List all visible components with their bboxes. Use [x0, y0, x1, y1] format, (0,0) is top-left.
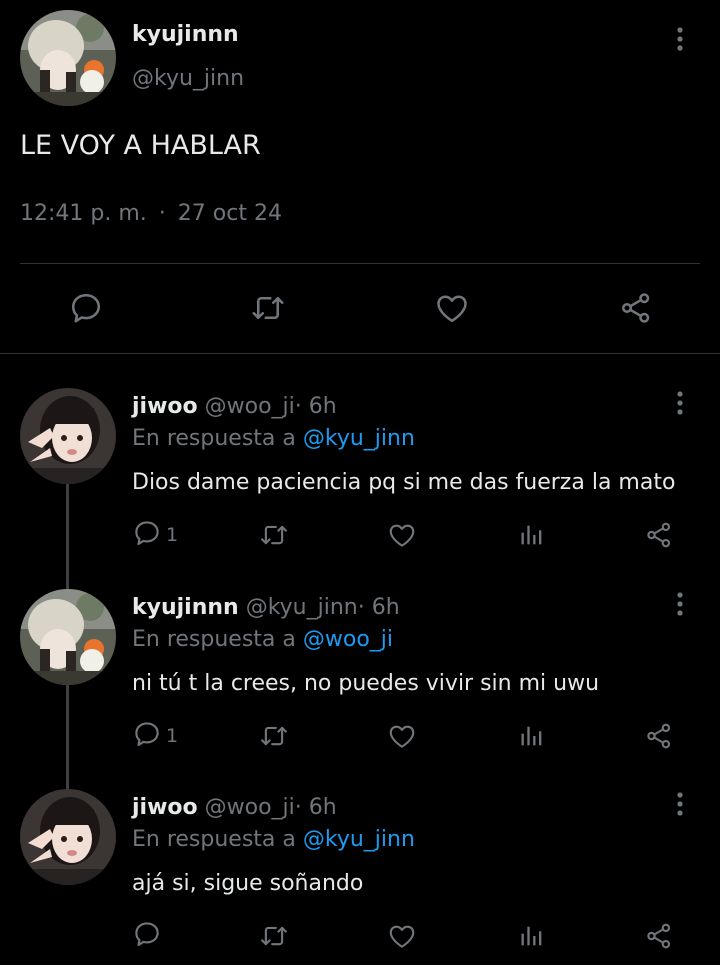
meta-separator: · [158, 201, 166, 226]
tweet-text: ajá si, sigue soñando [132, 871, 364, 896]
tweet-text: LE VOY A HABLAR [20, 130, 261, 161]
tweet-action-bar [0, 288, 720, 332]
avatar[interactable] [20, 789, 116, 885]
reply-header: kyujinnn @kyu_jinn· 6h [132, 595, 400, 620]
reply-context: En respuesta a @woo_ji [132, 627, 393, 652]
reply-count: 1 [166, 725, 179, 747]
share-icon[interactable] [644, 518, 674, 552]
share-icon[interactable] [644, 919, 674, 953]
reply-button[interactable]: 1 [132, 518, 178, 552]
author-handle[interactable]: @woo_ji [205, 795, 295, 820]
like-icon[interactable] [386, 719, 418, 753]
tweet-time: 6h [371, 595, 400, 620]
main-tweet: kyujinnn @kyu_jinn LE VOY A HABLAR 12:41… [0, 0, 720, 353]
avatar[interactable] [20, 388, 116, 484]
like-icon[interactable] [386, 919, 418, 953]
divider [0, 353, 720, 354]
reply-header: jiwoo @woo_ji· 6h [132, 394, 337, 419]
mention-link[interactable]: @kyu_jinn [303, 426, 415, 451]
more-options-icon[interactable] [674, 24, 686, 54]
reply-prefix: En respuesta a [132, 426, 296, 451]
reply-context: En respuesta a @kyu_jinn [132, 426, 415, 451]
more-options-icon[interactable] [674, 589, 686, 619]
reply-icon [132, 719, 162, 753]
mention-link[interactable]: @kyu_jinn [303, 827, 415, 852]
share-icon[interactable] [644, 719, 674, 753]
retweet-icon[interactable] [248, 288, 288, 328]
author-name[interactable]: jiwoo [132, 795, 198, 820]
tweet-action-bar: 1 [0, 719, 720, 753]
reply-button[interactable]: 1 [132, 719, 178, 753]
reply-tweet[interactable]: jiwoo @woo_ji· 6h En respuesta a @kyu_ji… [0, 378, 720, 608]
meta-separator: · [357, 595, 365, 620]
reply-header: jiwoo @woo_ji· 6h [132, 795, 337, 820]
retweet-icon[interactable] [258, 518, 290, 552]
meta-separator: · [294, 795, 302, 820]
analytics-icon[interactable] [518, 919, 546, 953]
reply-count: 1 [166, 524, 179, 546]
reply-button[interactable] [132, 919, 166, 953]
more-options-icon[interactable] [674, 789, 686, 819]
tweet-date: 27 oct 24 [177, 201, 282, 226]
reply-prefix: En respuesta a [132, 827, 296, 852]
tweet-time: 12:41 p. m. [20, 201, 147, 226]
like-icon[interactable] [386, 518, 418, 552]
author-handle[interactable]: @kyu_jinn [132, 66, 244, 91]
author-name[interactable]: kyujinnn [132, 22, 239, 47]
tweet-text: Dios dame paciencia pq si me das fuerza … [132, 470, 676, 495]
reply-tweet[interactable]: jiwoo @woo_ji· 6h En respuesta a @kyu_ji… [0, 779, 720, 965]
share-icon[interactable] [616, 288, 656, 328]
reply-icon [132, 919, 162, 953]
avatar[interactable] [20, 589, 116, 685]
tweet-text: ni tú t la crees, no puedes vivir sin mi… [132, 671, 600, 696]
reply-prefix: En respuesta a [132, 627, 296, 652]
analytics-icon[interactable] [518, 719, 546, 753]
tweet-timestamp: 12:41 p. m. · 27 oct 24 [20, 201, 282, 226]
meta-separator: · [294, 394, 302, 419]
author-handle[interactable]: @woo_ji [205, 394, 295, 419]
tweet-time: 6h [308, 795, 337, 820]
like-icon[interactable] [432, 288, 472, 328]
more-options-icon[interactable] [674, 388, 686, 418]
reply-icon [132, 518, 162, 552]
author-name[interactable]: kyujinnn [132, 595, 239, 620]
divider [20, 263, 700, 264]
reply-icon[interactable] [66, 288, 106, 328]
avatar[interactable] [20, 10, 116, 106]
tweet-action-bar [0, 919, 720, 953]
tweet-action-bar: 1 [0, 518, 720, 552]
author-name[interactable]: jiwoo [132, 394, 198, 419]
tweet-time: 6h [308, 394, 337, 419]
reply-tweet[interactable]: kyujinnn @kyu_jinn· 6h En respuesta a @w… [0, 579, 720, 809]
reply-context: En respuesta a @kyu_jinn [132, 827, 415, 852]
retweet-icon[interactable] [258, 719, 290, 753]
author-handle[interactable]: @kyu_jinn [246, 595, 358, 620]
mention-link[interactable]: @woo_ji [303, 627, 393, 652]
retweet-icon[interactable] [258, 919, 290, 953]
analytics-icon[interactable] [518, 518, 546, 552]
